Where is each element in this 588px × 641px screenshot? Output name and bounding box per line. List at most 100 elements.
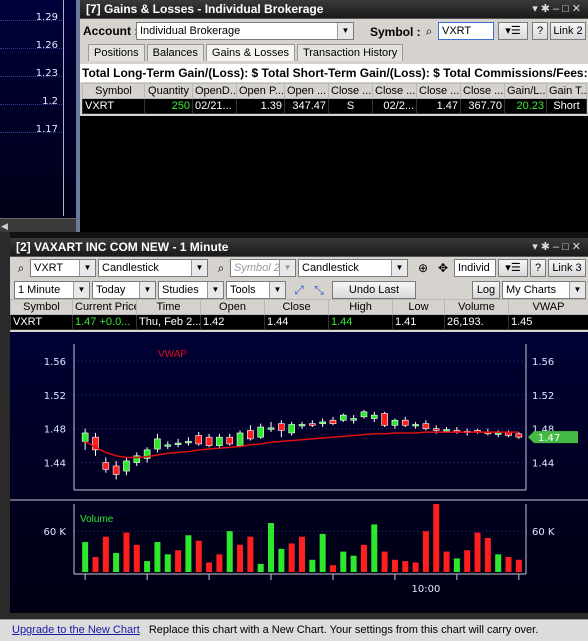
chevron-down-icon[interactable]: ▼ (569, 282, 585, 298)
chevron-down-icon[interactable]: ▼ (139, 282, 155, 298)
chevron-down-icon[interactable]: ▼ (279, 260, 295, 276)
candle (236, 432, 244, 446)
minimize-icon[interactable]: – (553, 3, 562, 15)
column-header[interactable]: High (328, 299, 393, 315)
column-header[interactable]: Open ... (284, 83, 329, 99)
interval-select[interactable]: 1 Minute ▼ (14, 281, 90, 299)
column-header[interactable]: Gain/L... (504, 83, 547, 99)
column-header[interactable]: Close ... (460, 83, 505, 99)
upgrade-chart-link[interactable]: Upgrade to the New Chart (12, 624, 140, 636)
minimize-icon[interactable]: – (553, 241, 562, 253)
chart-symbol-value: VXRT (34, 262, 64, 274)
maximize-icon[interactable]: □ (562, 241, 572, 253)
zoom-fit-icon[interactable]: ⤢ (290, 281, 308, 299)
tab-balances[interactable]: Balances (146, 44, 204, 61)
column-header[interactable]: Symbol (10, 299, 73, 315)
mini-horizontal-scrollbar[interactable]: ◀ (0, 218, 76, 232)
search-icon[interactable]: ⌕ (12, 259, 30, 277)
column-header[interactable]: VWAP (508, 299, 588, 315)
candle (422, 423, 430, 430)
cell-open-price: 1.39 (236, 98, 285, 114)
chart-type-select[interactable]: Candlestick ▼ (98, 259, 208, 277)
x-tick-label: 10:00 (411, 584, 440, 595)
interval-value: 1 Minute (18, 284, 61, 296)
table-row[interactable]: VXRT 250 02/21... 1.39 347.47 S 02/2... … (82, 98, 587, 114)
chart-type-2-select[interactable]: Candlestick ▼ (298, 259, 408, 277)
column-header[interactable]: Close ... (328, 83, 373, 99)
tab-transaction-history[interactable]: Transaction History (296, 44, 404, 61)
my-charts-select[interactable]: My Charts ▼ (502, 281, 586, 299)
search-icon[interactable]: ⌕ (212, 259, 230, 277)
tab-gains-losses[interactable]: Gains & Losses (205, 44, 295, 61)
chevron-down-icon[interactable]: ▼ (337, 23, 353, 39)
column-header[interactable]: Open (200, 299, 265, 315)
log-button[interactable]: Log (472, 281, 500, 299)
link-button[interactable]: Link 3 (548, 259, 586, 277)
candle (309, 423, 316, 426)
crosshair-icon[interactable]: ✥ (434, 259, 452, 277)
symbol-2-input[interactable]: Symbol 2 ▼ (230, 259, 296, 277)
individual-select[interactable]: Individ (454, 259, 496, 277)
volume-bar (237, 544, 244, 572)
chart-canvas[interactable]: 1.56 1.561.52 1.521.48 1.481.44 1.44 VWAP 1.… (10, 332, 588, 627)
symbol-input[interactable]: VXRT (438, 22, 494, 40)
menu-icon[interactable]: ▾ (532, 241, 541, 253)
gains-table-header: Symbol Quantity OpenD... Open P... Open … (82, 83, 587, 99)
chevron-down-icon[interactable]: ▼ (207, 282, 223, 298)
close-icon[interactable]: ✕ (572, 3, 584, 15)
range-select[interactable]: Today ▼ (92, 281, 156, 299)
volume-bar (360, 544, 367, 572)
chevron-down-icon[interactable]: ▼ (391, 260, 407, 276)
volume-bar (474, 532, 481, 572)
chevron-down-icon[interactable]: ▼ (73, 282, 89, 298)
chart-menu-button[interactable]: ▾☰ (498, 259, 528, 277)
search-icon[interactable]: ⌕ (420, 22, 438, 40)
volume-bar (505, 557, 512, 572)
column-header[interactable]: Time (136, 299, 201, 315)
zoom-in-icon[interactable]: ⤡ (310, 281, 328, 299)
column-header[interactable]: Close (264, 299, 329, 315)
price-y-tick-left: 1.44 (44, 459, 66, 470)
column-header[interactable]: OpenD... (192, 83, 237, 99)
volume-y-tick-right: 60 K (532, 527, 555, 538)
chevron-down-icon[interactable]: ▼ (79, 260, 95, 276)
chevron-down-icon[interactable]: ▼ (191, 260, 207, 276)
candle (216, 436, 223, 446)
gains-window-titlebar[interactable]: [7] Gains & Losses - Individual Brokerag… (80, 0, 588, 19)
close-icon[interactable]: ✕ (572, 241, 584, 253)
price-volume-chart[interactable]: 1.56 1.56 1.52 1.52 1.48 1.48 1.44 1.44 VWAP 1.… (10, 332, 588, 627)
chart-symbol-select[interactable]: VXRT ▼ (30, 259, 96, 277)
undo-last-button[interactable]: Undo Last (332, 281, 416, 299)
studies-select[interactable]: Studies ▼ (158, 281, 224, 299)
column-header[interactable]: Close ... (416, 83, 461, 99)
account-select[interactable]: Individual Brokerage ▼ (136, 22, 354, 40)
chevron-down-icon[interactable]: ▼ (269, 282, 285, 298)
column-header[interactable]: Current Price (72, 299, 137, 315)
column-header[interactable]: Volume (444, 299, 509, 315)
tab-positions[interactable]: Positions (88, 44, 145, 61)
column-header[interactable]: Symbol (82, 83, 145, 99)
column-header[interactable]: Low (392, 299, 445, 315)
link-button[interactable]: Link 2 (550, 22, 586, 40)
help-button[interactable]: ? (530, 259, 546, 277)
column-header[interactable]: Open P... (236, 83, 285, 99)
maximize-icon[interactable]: □ (562, 3, 572, 15)
candle (443, 429, 450, 432)
help-button[interactable]: ? (532, 22, 548, 40)
column-header[interactable]: Quantity (144, 83, 193, 99)
tools-select[interactable]: Tools ▼ (226, 281, 286, 299)
volume-bar (206, 562, 213, 572)
column-header[interactable]: Gain T... (546, 83, 587, 99)
column-header[interactable]: Close ... (372, 83, 417, 99)
candle (185, 441, 192, 444)
my-charts-value: My Charts (506, 284, 557, 296)
settings-icon[interactable]: ✱ (541, 241, 553, 253)
account-label: Account : (83, 24, 139, 38)
zoom-icon[interactable]: ⊕ (414, 259, 432, 277)
symbol-menu-button[interactable]: ▾☰ (498, 22, 528, 40)
scroll-left-icon[interactable]: ◀ (1, 221, 8, 232)
settings-icon[interactable]: ✱ (541, 3, 553, 15)
chart-window-titlebar[interactable]: [2] VAXART INC COM NEW - 1 Minute ▾✱–□✕ (10, 238, 588, 257)
table-row[interactable]: VXRT 1.47 +0.0... Thu, Feb 2... 1.42 1.4… (10, 314, 588, 330)
menu-icon[interactable]: ▾ (532, 3, 541, 15)
